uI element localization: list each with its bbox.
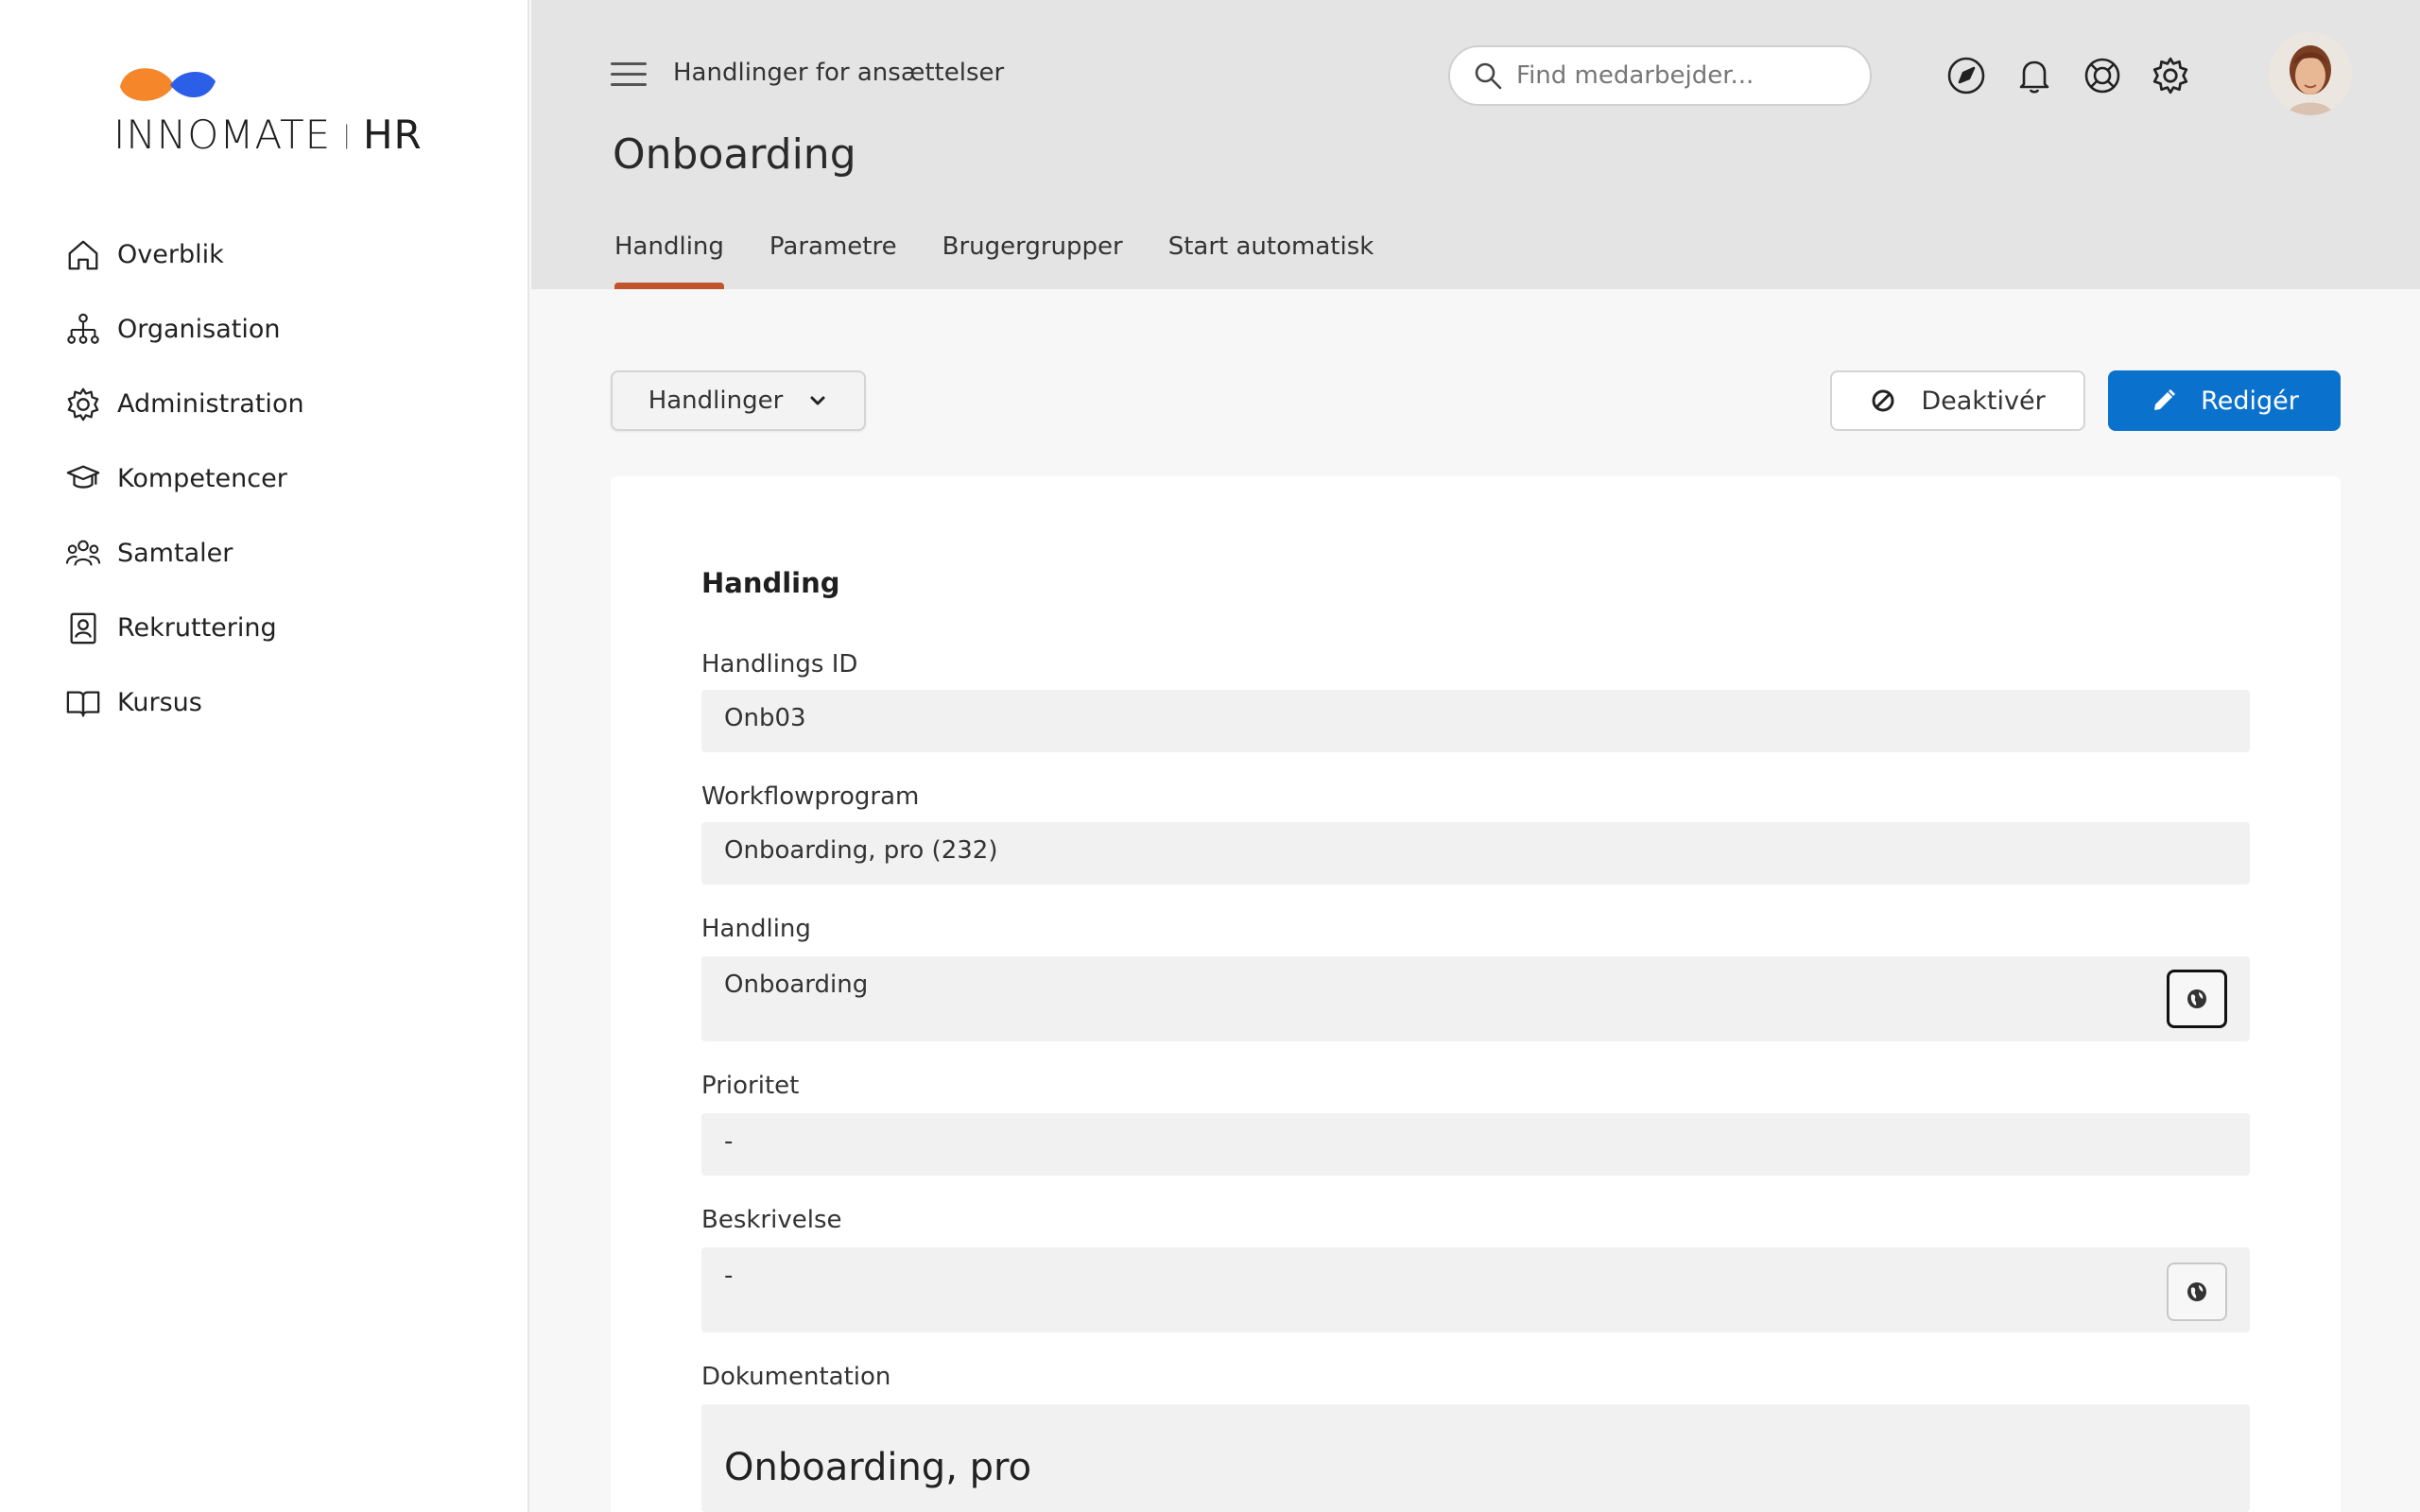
- sidebar-item-kursus[interactable]: Kursus: [64, 665, 480, 740]
- open-book-icon: [64, 684, 102, 722]
- logo-text: INNOMATE | HR: [113, 112, 423, 158]
- dropdown-label: Handlinger: [648, 387, 784, 415]
- sidebar-item-label: Administration: [117, 389, 304, 419]
- sidebar-item-label: Organisation: [117, 315, 281, 344]
- handlings-id-value: Onb03: [724, 704, 806, 732]
- tab-bar: Handling Parametre Brugergrupper Start a…: [614, 232, 1419, 289]
- pencil-icon: [2154, 389, 2176, 410]
- prioritet-field: -: [701, 1113, 2250, 1176]
- sidebar-item-rekruttering[interactable]: Rekruttering: [64, 591, 480, 665]
- graduation-cap-icon: [64, 460, 102, 498]
- field-label-dokumentation: Dokumentation: [701, 1363, 891, 1391]
- beskrivelse-field: -: [701, 1247, 2250, 1332]
- section-title: Handling: [701, 567, 840, 599]
- sidebar-item-samtaler[interactable]: Samtaler: [64, 516, 480, 591]
- sidebar-item-kompetencer[interactable]: Kompetencer: [64, 441, 480, 516]
- sidebar: INNOMATE | HR Overblik Organisation Admini…: [0, 0, 529, 1512]
- dokumentation-field: Onboarding, pro: [701, 1404, 2250, 1512]
- tab-start-automatisk[interactable]: Start automatisk: [1168, 232, 1374, 289]
- page-header: Handlinger for ansættelser Onboarding Ha…: [531, 0, 2420, 289]
- deactivate-button[interactable]: Deaktivér: [1830, 370, 2085, 431]
- tab-handling[interactable]: Handling: [614, 232, 724, 289]
- field-label-handling: Handling: [701, 915, 811, 943]
- logo-separator: |: [342, 121, 352, 149]
- field-label-workflowprogram: Workflowprogram: [701, 782, 920, 811]
- edit-label: Redigér: [2201, 386, 2299, 416]
- avatar[interactable]: [2269, 32, 2352, 115]
- id-badge-icon: [64, 610, 102, 647]
- edit-button[interactable]: Redigér: [2108, 370, 2341, 431]
- home-icon: [64, 236, 102, 274]
- beskrivelse-value: -: [724, 1262, 734, 1290]
- sidebar-item-overblik[interactable]: Overblik: [64, 217, 480, 292]
- field-label-prioritet: Prioritet: [701, 1072, 800, 1100]
- gear-icon: [64, 386, 102, 423]
- user-portrait-icon: [2269, 32, 2352, 115]
- bell-icon[interactable]: [2012, 53, 2057, 98]
- tab-parametre[interactable]: Parametre: [769, 232, 897, 289]
- block-icon: [1872, 389, 1894, 412]
- logo-text-main: INNOMATE: [113, 112, 332, 158]
- deactivate-label: Deaktivér: [1921, 386, 2046, 416]
- translate-beskrivelse-button[interactable]: [2167, 1263, 2227, 1321]
- sidebar-item-organisation[interactable]: Organisation: [64, 292, 480, 367]
- header-actions: [1944, 53, 2216, 98]
- logo-text-suffix: HR: [362, 112, 423, 158]
- breadcrumb[interactable]: Handlinger for ansættelser: [673, 59, 1004, 87]
- navigation-icon[interactable]: [1944, 53, 1989, 98]
- search-icon: [1475, 62, 1502, 90]
- sidebar-item-label: Rekruttering: [117, 613, 277, 643]
- app-logo[interactable]: INNOMATE | HR: [113, 57, 425, 161]
- translate-handling-button[interactable]: [2167, 970, 2227, 1028]
- page-title: Onboarding: [613, 130, 856, 179]
- sidebar-nav: Overblik Organisation Administration Kom…: [64, 217, 480, 740]
- people-icon: [64, 535, 102, 573]
- search-input[interactable]: [1516, 61, 1857, 90]
- field-label-beskrivelse: Beskrivelse: [701, 1206, 842, 1234]
- logo-mark-icon: [120, 68, 216, 101]
- sidebar-item-label: Kompetencer: [117, 464, 287, 493]
- globe-icon: [2187, 989, 2206, 1008]
- details-card: Handling Handlings ID Onb03 Workflowprog…: [611, 476, 2341, 1512]
- handlings-id-field: Onb03: [701, 690, 2250, 752]
- handling-field: Onboarding: [701, 956, 2250, 1041]
- tab-brugergrupper[interactable]: Brugergrupper: [942, 232, 1123, 289]
- sidebar-item-administration[interactable]: Administration: [64, 367, 480, 441]
- lifebuoy-icon[interactable]: [2080, 53, 2125, 98]
- handling-value: Onboarding: [724, 971, 869, 999]
- menu-icon[interactable]: [611, 62, 647, 91]
- search-box: [1448, 45, 1872, 106]
- field-label-handlings-id: Handlings ID: [701, 650, 858, 679]
- settings-icon[interactable]: [2148, 53, 2193, 98]
- org-chart-icon: [64, 311, 102, 349]
- workflowprogram-value: Onboarding, pro (232): [724, 836, 998, 865]
- sidebar-item-label: Overblik: [117, 240, 224, 269]
- prioritet-value: -: [724, 1127, 734, 1156]
- globe-icon: [2187, 1282, 2206, 1301]
- sidebar-item-label: Kursus: [117, 688, 202, 717]
- actions-dropdown[interactable]: Handlinger: [611, 370, 866, 431]
- sidebar-item-label: Samtaler: [117, 539, 233, 568]
- workflowprogram-field: Onboarding, pro (232): [701, 822, 2250, 885]
- dokumentation-value: Onboarding, pro: [724, 1446, 1032, 1489]
- chevron-down-icon: [810, 396, 825, 405]
